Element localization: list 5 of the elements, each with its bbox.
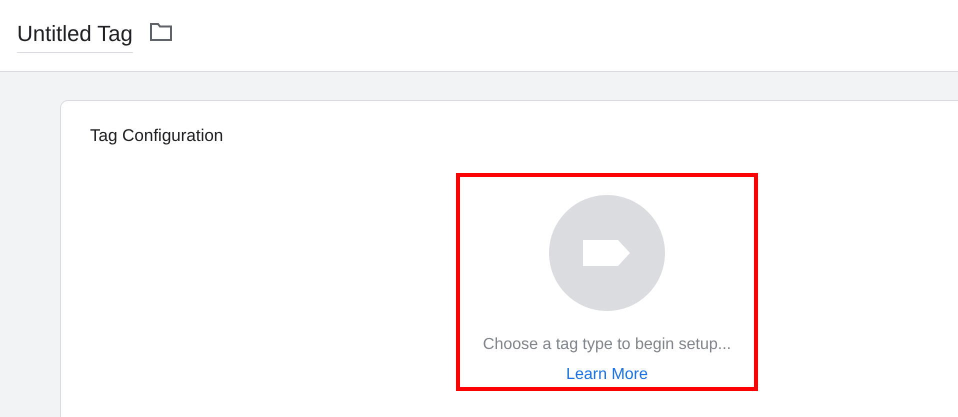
learn-more-link[interactable]: Learn More [566, 362, 648, 386]
tag-name-field[interactable]: Untitled Tag [17, 20, 133, 53]
folder-icon[interactable] [148, 22, 173, 42]
setup-prompt: Choose a tag type to begin setup... [482, 334, 732, 354]
card-title: Tag Configuration [90, 125, 224, 147]
